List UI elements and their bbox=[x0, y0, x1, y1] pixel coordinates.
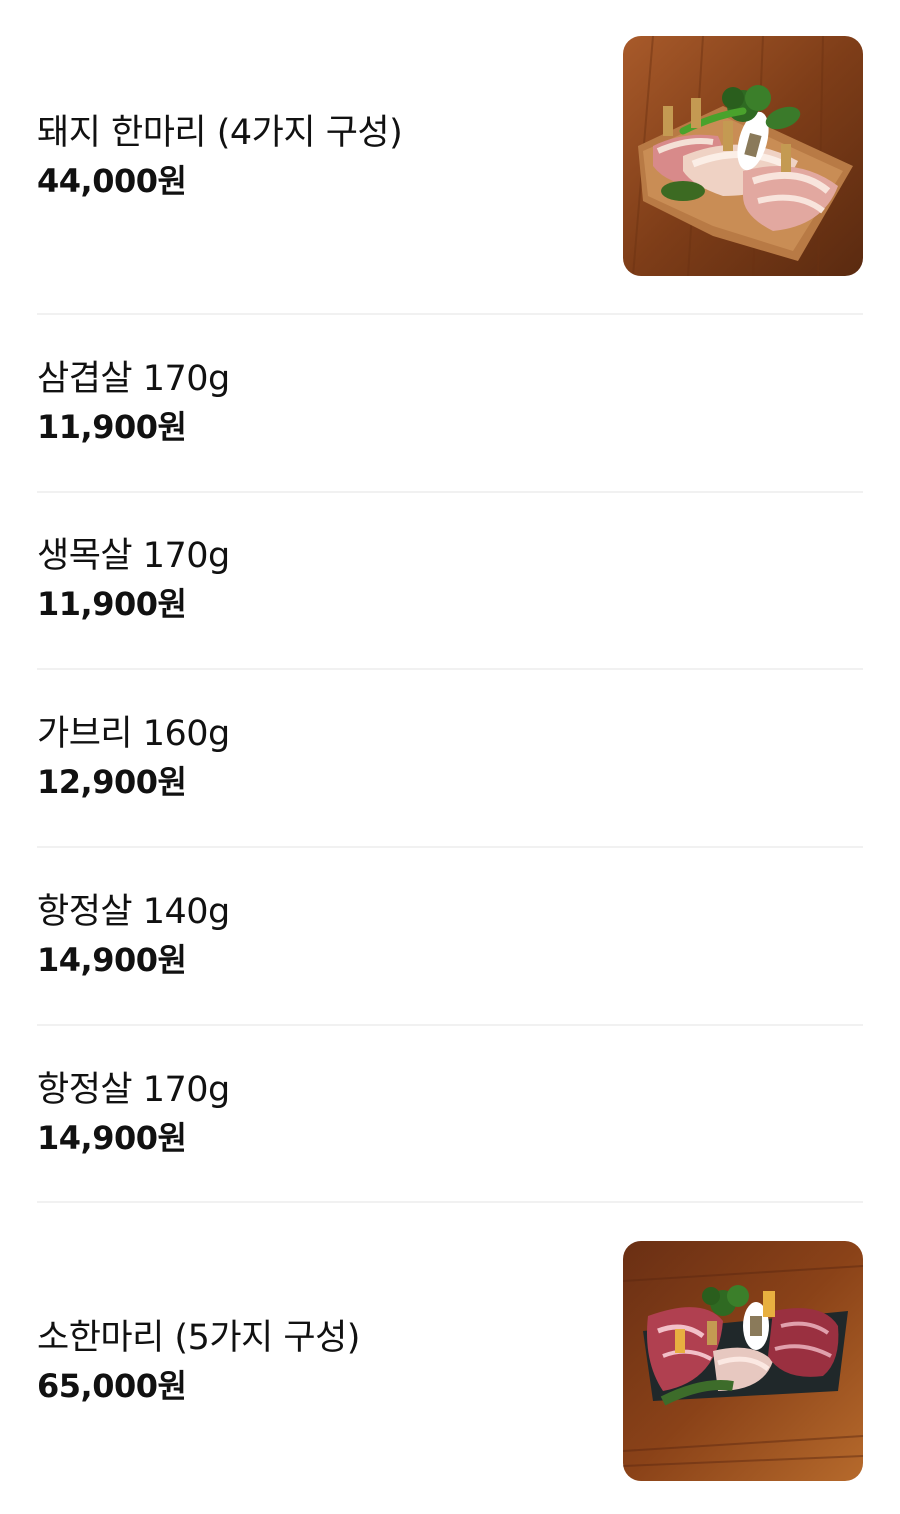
menu-item-pork-belly[interactable]: 삼겹살 170g 11,900원 bbox=[37, 350, 863, 454]
menu-item-jowl-170[interactable]: 항정살 170g 14,900원 bbox=[37, 1061, 863, 1165]
menu-item-info: 항정살 170g 14,900원 bbox=[37, 1065, 230, 1161]
menu-item-gabri[interactable]: 가브리 160g 12,900원 bbox=[37, 705, 863, 809]
menu-item-info: 항정살 140g 14,900원 bbox=[37, 887, 230, 983]
menu-item-price: 14,900원 bbox=[37, 941, 187, 979]
menu-item-name: 소한마리 (5가지 구성) bbox=[37, 1318, 360, 1358]
menu-item-price: 12,900원 bbox=[37, 763, 187, 801]
divider bbox=[37, 846, 863, 848]
pork-platter-photo[interactable] bbox=[623, 36, 863, 276]
divider bbox=[37, 313, 863, 315]
menu-item-name: 항정살 140g bbox=[37, 892, 230, 932]
menu-list: 돼지 한마리 (4가지 구성) 44,000원 삼겹살 170g 11,900원… bbox=[0, 0, 900, 1514]
menu-item-jowl-140[interactable]: 항정살 140g 14,900원 bbox=[37, 883, 863, 987]
beef-platter-photo[interactable] bbox=[623, 1241, 863, 1481]
divider bbox=[37, 668, 863, 670]
menu-item-price: 14,900원 bbox=[37, 1119, 187, 1157]
menu-item-name: 가브리 160g bbox=[37, 714, 230, 754]
menu-item-price: 44,000원 bbox=[37, 162, 187, 200]
menu-item-name: 항정살 170g bbox=[37, 1070, 230, 1110]
menu-item-info: 소한마리 (5가지 구성) 65,000원 bbox=[37, 1313, 360, 1409]
menu-item-beef-set[interactable]: 소한마리 (5가지 구성) 65,000원 bbox=[37, 1241, 863, 1481]
menu-item-info: 돼지 한마리 (4가지 구성) 44,000원 bbox=[37, 108, 403, 204]
menu-item-name: 돼지 한마리 (4가지 구성) bbox=[37, 113, 403, 153]
menu-item-info: 생목살 170g 11,900원 bbox=[37, 531, 230, 627]
menu-item-name: 생목살 170g bbox=[37, 536, 230, 576]
menu-item-price: 11,900원 bbox=[37, 585, 187, 623]
divider bbox=[37, 1201, 863, 1203]
menu-item-info: 삼겹살 170g 11,900원 bbox=[37, 354, 230, 450]
menu-item-info: 가브리 160g 12,900원 bbox=[37, 709, 230, 805]
menu-item-price: 65,000원 bbox=[37, 1367, 187, 1405]
divider bbox=[37, 1024, 863, 1026]
menu-item-pork-neck[interactable]: 생목살 170g 11,900원 bbox=[37, 527, 863, 631]
menu-item-price: 11,900원 bbox=[37, 408, 187, 446]
divider bbox=[37, 491, 863, 493]
menu-item-pork-set[interactable]: 돼지 한마리 (4가지 구성) 44,000원 bbox=[37, 36, 863, 276]
menu-item-name: 삼겹살 170g bbox=[37, 359, 230, 399]
